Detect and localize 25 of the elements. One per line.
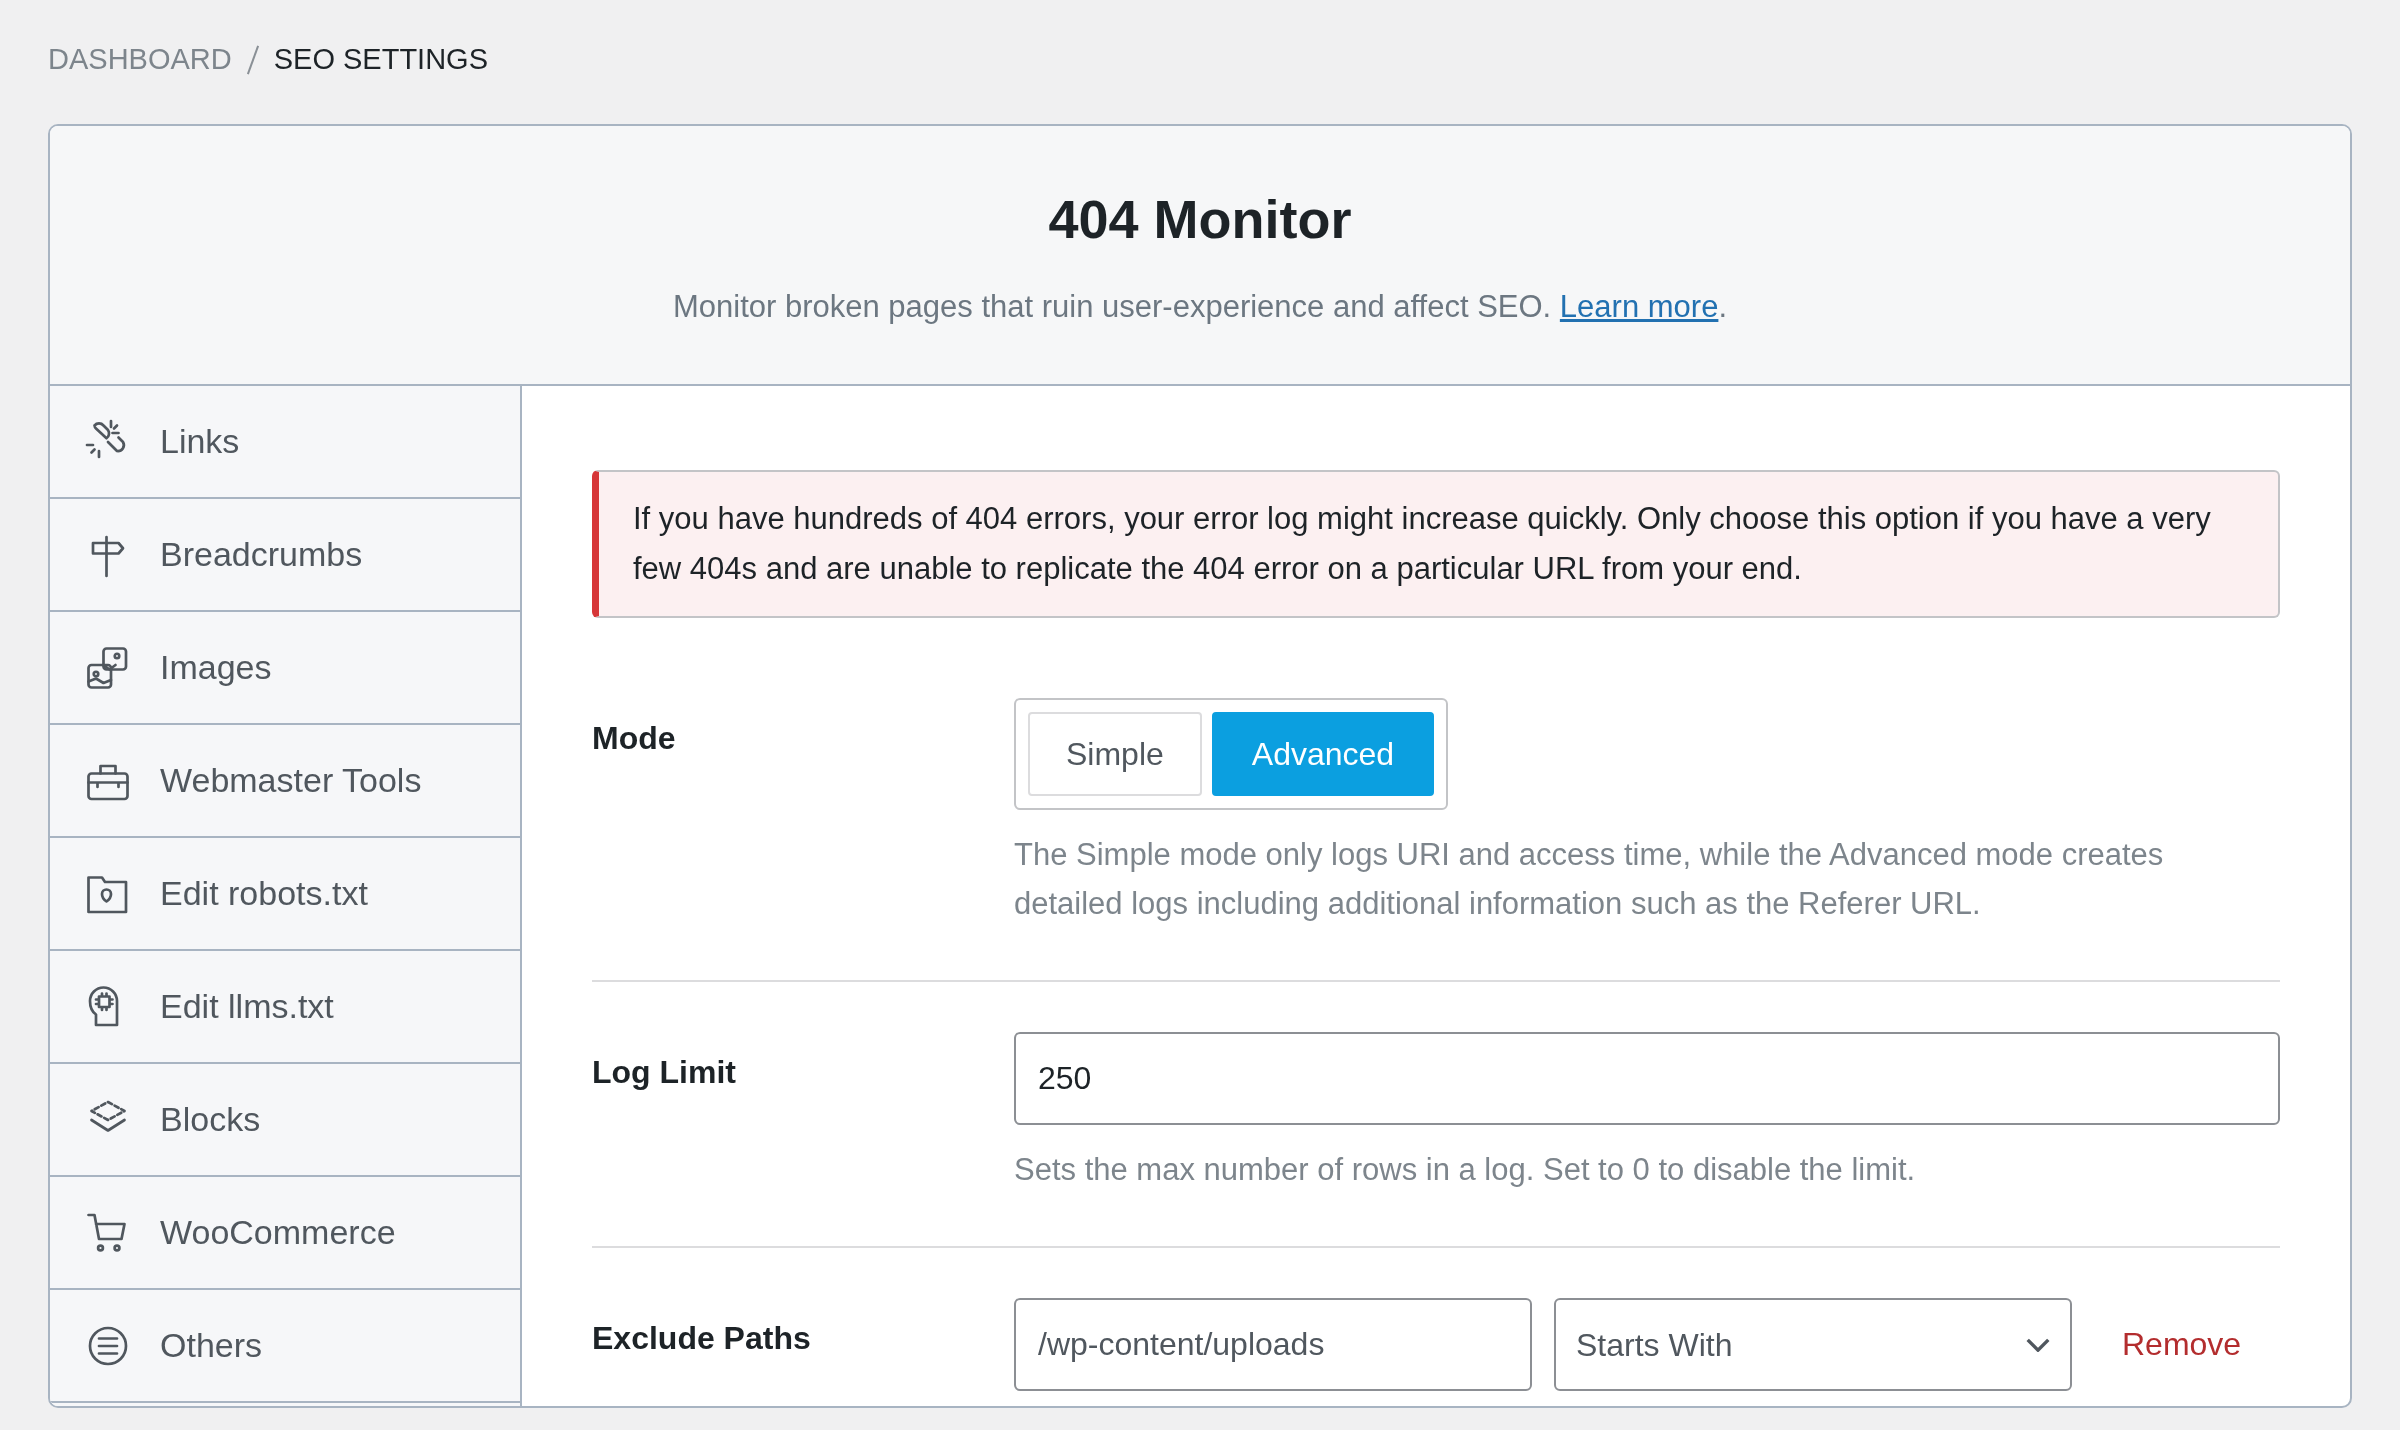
page-subtitle: Monitor broken pages that ruin user-experience and affect SEO. Learn more.	[672, 288, 1727, 327]
setting-label: Exclude Paths	[592, 1319, 812, 1358]
breadcrumb-current: SEO SETTINGS	[273, 42, 489, 78]
sidebar-item[interactable]: Blocks	[160, 1094, 261, 1145]
sidebar-item[interactable]: Others	[160, 1320, 263, 1371]
setting-label: Log Limit	[592, 1053, 737, 1092]
page-title: 404 Monitor	[1048, 188, 1352, 252]
chevron-down-icon	[2026, 1337, 2050, 1352]
path-field[interactable]: /wp-content/uploads	[1014, 1298, 1532, 1391]
sidebar-item[interactable]: Links	[160, 416, 240, 467]
mode-option[interactable]: Simple	[1028, 712, 1202, 796]
sidebar-item[interactable]: Breadcrumbs	[160, 529, 363, 580]
sidebar-item[interactable]: WooCommerce	[160, 1207, 396, 1258]
remove-link[interactable]: Remove	[2122, 1298, 2242, 1368]
warning-notice: If you have hundreds of 404 errors, your error log might increase quickly. Only choose this option if you have a very few 404s and are unable to replicate the 404 error on a particular URL from your end.	[592, 470, 2280, 618]
sidebar-item[interactable]: Edit llms.txt	[160, 981, 334, 1032]
sidebar-item[interactable]: Images	[160, 642, 272, 693]
learn-more-link[interactable]: Learn more	[1559, 289, 1719, 325]
match-select[interactable]: Starts With	[1554, 1298, 2072, 1391]
sidebar-item[interactable]: Webmaster Tools	[160, 755, 422, 806]
setting-description: Sets the max number of rows in a log. Set to 0 to disable the limit.	[1014, 1151, 1917, 1189]
sidebar-item[interactable]: Edit robots.txt	[160, 868, 368, 919]
setting-description: The Simple mode only logs URI and access time, while the Advanced mode creates detailed logs including additional information such as the Referer URL.	[1014, 836, 2165, 923]
log-limit-field[interactable]: 250	[1014, 1032, 2280, 1125]
setting-label: Mode	[592, 719, 677, 758]
